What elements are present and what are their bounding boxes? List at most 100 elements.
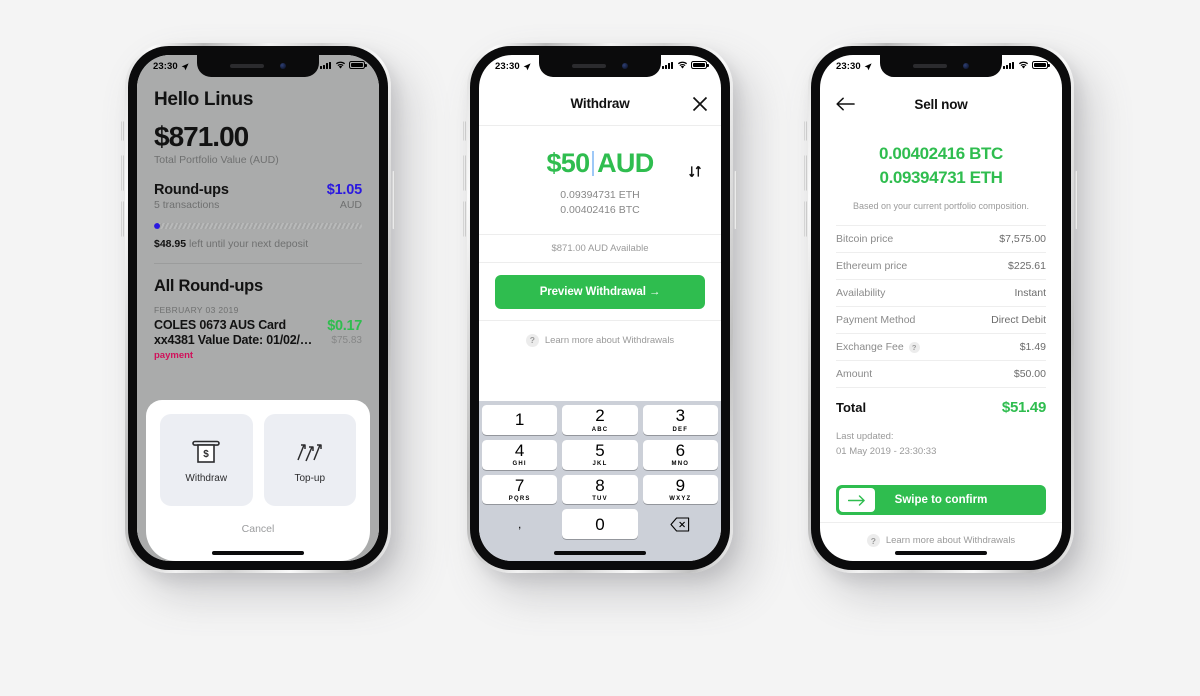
- text-caret: [592, 151, 595, 176]
- power-button[interactable]: [1075, 171, 1078, 229]
- total-label: Total: [836, 400, 867, 416]
- last-updated-label: Last updated:: [836, 431, 894, 443]
- keypad-comma-key[interactable]: ,: [482, 509, 557, 539]
- close-icon[interactable]: [692, 96, 708, 112]
- detail-row: Ethereum price $225.61: [836, 252, 1046, 279]
- detail-row-key: Exchange Fee?: [836, 341, 920, 353]
- arrow-left-icon[interactable]: [836, 97, 855, 111]
- volume-up-button[interactable]: [463, 155, 466, 191]
- learn-more-withdrawals[interactable]: ? Learn more about Withdrawals: [479, 321, 721, 360]
- topup-action-label: Top-up: [294, 473, 326, 484]
- keypad-key-8[interactable]: 8 TUV: [562, 474, 638, 505]
- battery-full-icon: [349, 61, 367, 69]
- location-arrow-icon: [864, 62, 872, 70]
- transaction-name-line2: xx4381 Value Date: 01/02/…: [154, 332, 313, 347]
- detail-row-key: Bitcoin price: [836, 233, 894, 246]
- power-button[interactable]: [392, 171, 395, 229]
- notch: [539, 55, 661, 77]
- last-updated: Last updated: 01 May 2019 - 23:30:33: [820, 416, 1062, 459]
- front-camera-icon: [963, 63, 969, 69]
- keypad-key-0[interactable]: 0: [562, 509, 638, 539]
- roundups-title: Round-ups: [154, 182, 229, 198]
- phone-2-withdraw: 23:30 Withdraw $50 AUD 0.09394731 ETH 0.…: [463, 43, 737, 573]
- numeric-keypad[interactable]: 1 2 ABC 3 DEF 4 GHI 5 JKL 6 MNO 7 PQRS 8 TUV 9 WXYZ, 0: [479, 401, 721, 561]
- earpiece-speaker-icon: [572, 64, 606, 68]
- learn-more-withdrawals[interactable]: ? Learn more about Withdrawals: [820, 522, 1062, 547]
- wifi-icon: [677, 61, 687, 69]
- keypad-backspace-key[interactable]: [643, 509, 718, 539]
- page-title: Withdraw: [570, 96, 630, 111]
- withdraw-action-button[interactable]: $ Withdraw: [160, 414, 253, 506]
- keypad-key-number: 2: [595, 406, 605, 426]
- mute-switch[interactable]: [121, 121, 124, 141]
- nav-bar: Sell now: [820, 82, 1062, 126]
- location-arrow-icon: [181, 62, 189, 70]
- detail-row: Bitcoin price $7,575.00: [836, 225, 1046, 252]
- transaction-date: FEBRUARY 03 2019: [154, 305, 239, 315]
- keypad-key-2[interactable]: 2 ABC: [562, 405, 638, 435]
- phone-3-sell-now: 23:30 Sell now 0.00402416 BTC 0.09394731…: [804, 43, 1078, 573]
- transaction-name-line1: COLES 0673 AUS Card: [154, 318, 286, 332]
- keypad-key-number: 4: [514, 440, 525, 460]
- keypad-key-5[interactable]: 5 JKL: [562, 439, 638, 470]
- deposit-note: $48.95 left until your next deposit: [154, 238, 362, 250]
- volume-up-button[interactable]: [121, 155, 124, 191]
- keypad-key-7[interactable]: 7 PQRS: [482, 474, 558, 505]
- keypad-key-number: 7: [514, 475, 525, 495]
- keypad-key-1[interactable]: 1: [482, 405, 558, 435]
- phone-1-home: 23:30 Hello Linus $871.00 Total Portfoli…: [121, 43, 395, 573]
- power-button[interactable]: [734, 171, 737, 229]
- question-mark-icon[interactable]: ?: [908, 341, 920, 353]
- volume-down-button[interactable]: [121, 201, 124, 237]
- wifi-icon: [1018, 61, 1028, 69]
- mute-switch[interactable]: [804, 121, 807, 141]
- keypad-key-9[interactable]: 9 WXYZ: [642, 474, 718, 505]
- keypad-key-number: 9: [675, 475, 686, 495]
- cancel-button[interactable]: Cancel: [160, 523, 356, 535]
- keypad-key-letters: MNO: [671, 461, 690, 468]
- conversion-btc: 0.00402416 BTC: [560, 203, 640, 216]
- status-time: 23:30: [153, 61, 178, 72]
- home-indicator[interactable]: [212, 551, 304, 555]
- volume-down-button[interactable]: [804, 201, 807, 237]
- transaction-tag: payment: [154, 349, 194, 361]
- detail-row-key: Amount: [836, 368, 873, 381]
- mute-switch[interactable]: [463, 121, 466, 141]
- keypad-key-letters: ABC: [591, 426, 609, 433]
- home-indicator[interactable]: [895, 551, 987, 555]
- swap-vertical-icon[interactable]: [688, 164, 703, 179]
- available-balance: $871.00 AUD Available: [479, 233, 721, 263]
- detail-row: Payment Method Direct Debit: [836, 306, 1046, 333]
- roundups-amount: $1.05: [326, 182, 362, 198]
- topup-action-button[interactable]: Top-up: [263, 414, 356, 506]
- keypad-key-3[interactable]: 3 DEF: [642, 405, 718, 435]
- volume-up-button[interactable]: [804, 155, 807, 191]
- detail-row: Exchange Fee? $1.49: [836, 333, 1046, 360]
- transaction-row[interactable]: COLES 0673 AUS Card xx4381 Value Date: 0…: [137, 315, 379, 361]
- roundups-currency: AUD: [339, 199, 362, 211]
- nav-bar: Withdraw: [479, 82, 721, 126]
- keypad-key-letters: PQRS: [508, 496, 531, 503]
- volume-down-button[interactable]: [463, 201, 466, 237]
- keypad-key-number: 8: [595, 475, 605, 495]
- earpiece-speaker-icon: [230, 64, 264, 68]
- amount-entry-area[interactable]: $50 AUD 0.09394731 ETH 0.00402416 BTC: [479, 126, 721, 234]
- cellular-signal-icon: [320, 61, 331, 69]
- keypad-key-number: 0: [595, 514, 605, 534]
- last-updated-value: 01 May 2019 - 23:30:33: [836, 445, 937, 457]
- deposit-progress-bar: [154, 223, 362, 229]
- keypad-key-6[interactable]: 6 MNO: [642, 439, 718, 470]
- notch: [197, 55, 319, 77]
- preview-withdrawal-button[interactable]: Preview Withdrawal →: [495, 274, 705, 309]
- transaction-value: $75.83: [331, 335, 362, 346]
- detail-row-key: Availability: [836, 287, 886, 300]
- deposit-remaining-amount: $48.95: [154, 238, 187, 250]
- roundups-summary[interactable]: Round-ups 5 transactions $1.05 AUD: [154, 182, 362, 211]
- withdraw-amount[interactable]: $50 AUD: [546, 148, 654, 179]
- front-camera-icon: [622, 63, 628, 69]
- home-indicator[interactable]: [554, 551, 646, 555]
- swipe-to-confirm-button[interactable]: Swipe to confirm: [836, 485, 1046, 515]
- earpiece-speaker-icon: [913, 64, 947, 68]
- keypad-key-4[interactable]: 4 GHI: [482, 439, 558, 470]
- page-title: Sell now: [914, 96, 968, 112]
